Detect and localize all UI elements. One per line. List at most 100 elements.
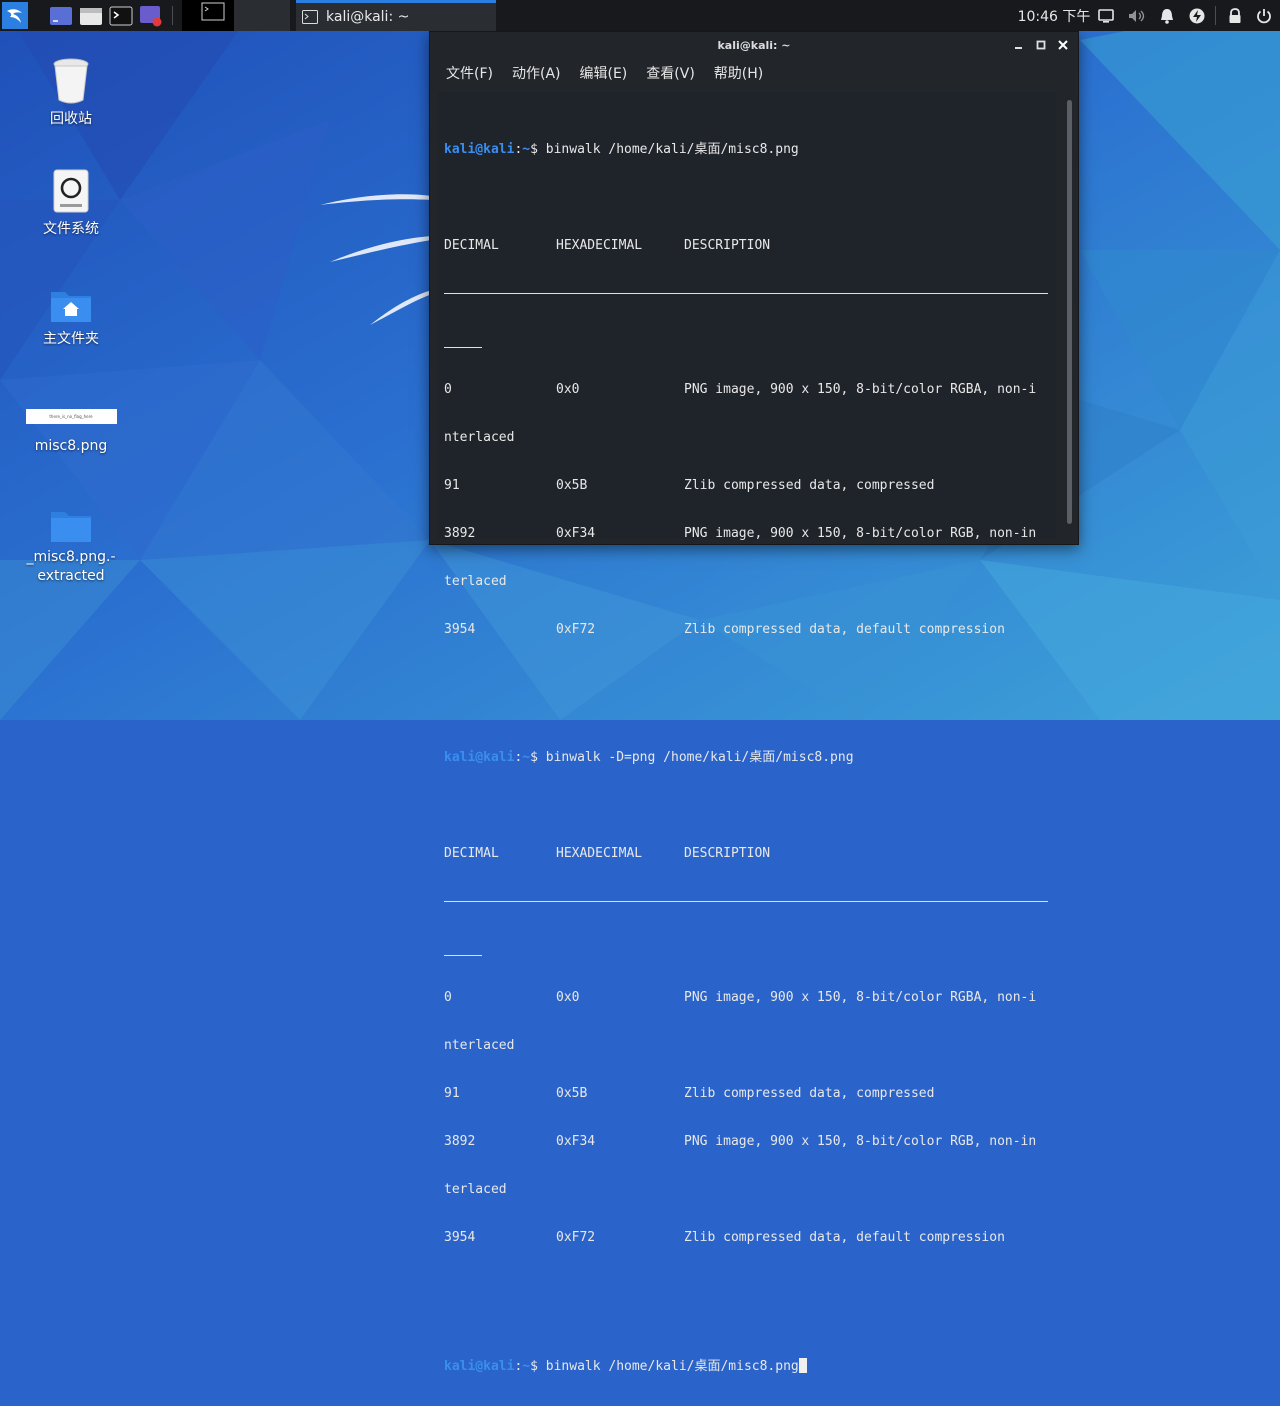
menu-file[interactable]: 文件(F) bbox=[446, 63, 493, 83]
terminal-scrollbar[interactable] bbox=[1067, 100, 1072, 524]
table-row: 91 0x5B Zlib compressed data, compressed bbox=[444, 478, 935, 493]
terminal-window[interactable]: kali@kali: ~ 文件(F) 动作(A) 编辑(E) 查看(V) 帮助(… bbox=[429, 31, 1079, 1374]
maximize-button[interactable] bbox=[1033, 37, 1049, 53]
kali-menu-button[interactable] bbox=[2, 2, 28, 29]
trash-icon bbox=[53, 58, 89, 104]
desktop-icon-misc8-png[interactable]: there_is_no_flag_here misc8.png bbox=[16, 398, 126, 454]
table-row: 0 0x0 PNG image, 900 x 150, 8-bit/color RG… bbox=[444, 990, 1037, 1005]
file-manager-icon bbox=[80, 8, 102, 25]
table-separator bbox=[444, 894, 1048, 910]
prompt-user-host: kali@kali bbox=[444, 750, 515, 765]
table-header: DECIMAL HEXADECIMAL DESCRIPTION bbox=[444, 238, 771, 253]
table-header: DECIMAL HEXADECIMAL DESCRIPTION bbox=[444, 846, 771, 861]
thumbnail-text: there_is_no_flag_here bbox=[49, 413, 93, 419]
menu-edit[interactable]: 编辑(E) bbox=[580, 63, 628, 83]
workspace-2[interactable] bbox=[234, 0, 290, 31]
home-folder-icon bbox=[51, 292, 91, 322]
show-desktop-icon bbox=[50, 7, 72, 25]
table-row: 3892 0xF34 PNG image, 900 x 150, 8-bit/col… bbox=[444, 1134, 1037, 1149]
prompt-line: kali@kali:~$ binwalk -D=png /home/kali/桌… bbox=[444, 750, 854, 765]
session-menu-button[interactable] bbox=[1252, 0, 1276, 31]
prompt-path: ~ bbox=[522, 142, 531, 157]
desktop-icon-label: 主文件夹 bbox=[43, 331, 99, 347]
maximize-icon bbox=[1036, 40, 1046, 50]
bell-icon bbox=[1161, 8, 1173, 24]
lock-icon bbox=[1229, 7, 1241, 23]
table-row: 3954 0xF72 Zlib compressed data, default c… bbox=[444, 1230, 1005, 1245]
kali-logo-icon bbox=[7, 8, 22, 23]
command-input[interactable]: binwalk /home/kali/桌面/misc8.png bbox=[546, 1359, 799, 1374]
minimize-icon bbox=[1015, 47, 1022, 49]
prompt-path: ~ bbox=[522, 1359, 531, 1374]
power-icon bbox=[1257, 8, 1271, 23]
panel-separator bbox=[172, 6, 173, 25]
lock-screen-button[interactable] bbox=[1223, 0, 1247, 31]
table-row: 3954 0xF72 Zlib compressed data, default c… bbox=[444, 622, 1005, 637]
table-separator-underline bbox=[444, 334, 1044, 350]
prompt-user-host: kali@kali bbox=[444, 142, 515, 157]
folder-icon bbox=[51, 512, 91, 542]
taskbar-item-label: kali@kali: ~ bbox=[326, 9, 410, 25]
prompt-path: ~ bbox=[522, 750, 531, 765]
desktop-icon-label: misc8.png bbox=[34, 438, 108, 454]
terminal-task-icon bbox=[302, 10, 318, 24]
table-row-wrap: terlaced bbox=[444, 1182, 507, 1197]
prompt-symbol: $ bbox=[530, 750, 538, 765]
command-text: binwalk /home/kali/桌面/misc8.png bbox=[545, 142, 799, 157]
table-row-wrap: nterlaced bbox=[444, 430, 515, 445]
volume-icon bbox=[1129, 9, 1145, 22]
prompt-symbol: $ bbox=[530, 142, 538, 157]
menu-help[interactable]: 帮助(H) bbox=[714, 63, 763, 83]
close-icon bbox=[1058, 40, 1068, 50]
prompt-user-host: kali@kali bbox=[444, 1359, 515, 1374]
text-cursor bbox=[798, 1358, 807, 1373]
desktop-icon-label: 回收站 bbox=[50, 111, 92, 127]
menu-bar: 文件(F) 动作(A) 编辑(E) 查看(V) 帮助(H) bbox=[430, 59, 1078, 87]
image-thumbnail: there_is_no_flag_here bbox=[25, 408, 117, 424]
terminal-icon bbox=[109, 6, 133, 26]
desktop-icon-label: 文件系统 bbox=[43, 221, 99, 237]
terminal-output: kali@kali:~$ binwalk /home/kali/桌面/misc8… bbox=[444, 94, 1048, 1406]
table-row-wrap: nterlaced bbox=[444, 1038, 515, 1053]
launcher-terminal[interactable] bbox=[108, 3, 134, 29]
prompt-line: kali@kali:~$ binwalk /home/kali/桌面/misc8… bbox=[444, 142, 799, 157]
power-manager-button[interactable] bbox=[1185, 0, 1209, 31]
desktop-icon-label: _misc8.png.- extracted bbox=[26, 549, 116, 584]
prompt-line-current[interactable]: kali@kali:~$ binwalk /home/kali/桌面/misc8… bbox=[444, 1358, 1044, 1374]
launcher-file-manager[interactable] bbox=[78, 3, 104, 29]
minimize-button[interactable] bbox=[1011, 37, 1027, 53]
launcher-screen-recorder[interactable] bbox=[138, 3, 164, 29]
prompt-symbol: $ bbox=[530, 1359, 538, 1374]
menu-view[interactable]: 查看(V) bbox=[646, 63, 695, 83]
taskbar-item-terminal[interactable]: kali@kali: ~ bbox=[296, 0, 496, 31]
clock[interactable]: 10:46 下午 bbox=[1016, 0, 1092, 31]
top-panel: kali@kali: ~ 10:46 下午 bbox=[0, 0, 1280, 31]
display-icon bbox=[1098, 8, 1114, 23]
table-row-wrap: terlaced bbox=[444, 574, 507, 589]
screen-recorder-icon bbox=[140, 6, 162, 27]
workspace-1[interactable] bbox=[182, 0, 234, 31]
table-row: 0 0x0 PNG image, 900 x 150, 8-bit/color RG… bbox=[444, 382, 1037, 397]
desktop-icon-trash[interactable]: 回收站 bbox=[16, 54, 126, 128]
terminal-output-area[interactable]: kali@kali:~$ binwalk /home/kali/桌面/misc8… bbox=[438, 92, 1056, 1374]
display-button[interactable] bbox=[1094, 0, 1118, 31]
volume-button[interactable] bbox=[1124, 0, 1150, 31]
window-title: kali@kali: ~ bbox=[717, 39, 791, 52]
desktop-icon-extracted-folder[interactable]: _misc8.png.- extracted bbox=[16, 496, 126, 586]
table-separator-underline bbox=[444, 942, 1044, 958]
workspace-window-icon bbox=[201, 2, 225, 21]
power-bolt-icon bbox=[1189, 8, 1205, 23]
window-titlebar[interactable]: kali@kali: ~ bbox=[430, 32, 1078, 59]
panel-separator bbox=[1215, 6, 1216, 25]
table-separator bbox=[444, 286, 1048, 302]
desktop-icon-home-folder[interactable]: 主文件夹 bbox=[16, 276, 126, 348]
drive-icon bbox=[53, 169, 89, 213]
table-row: 3892 0xF34 PNG image, 900 x 150, 8-bit/col… bbox=[444, 526, 1037, 541]
close-button[interactable] bbox=[1055, 37, 1071, 53]
launcher-show-desktop[interactable] bbox=[48, 3, 74, 29]
table-row: 91 0x5B Zlib compressed data, compressed bbox=[444, 1086, 935, 1101]
command-text: binwalk -D=png /home/kali/桌面/misc8.png bbox=[545, 750, 854, 765]
desktop-icon-filesystem[interactable]: 文件系统 bbox=[16, 164, 126, 238]
notifications-button[interactable] bbox=[1155, 0, 1179, 31]
menu-actions[interactable]: 动作(A) bbox=[512, 63, 561, 83]
